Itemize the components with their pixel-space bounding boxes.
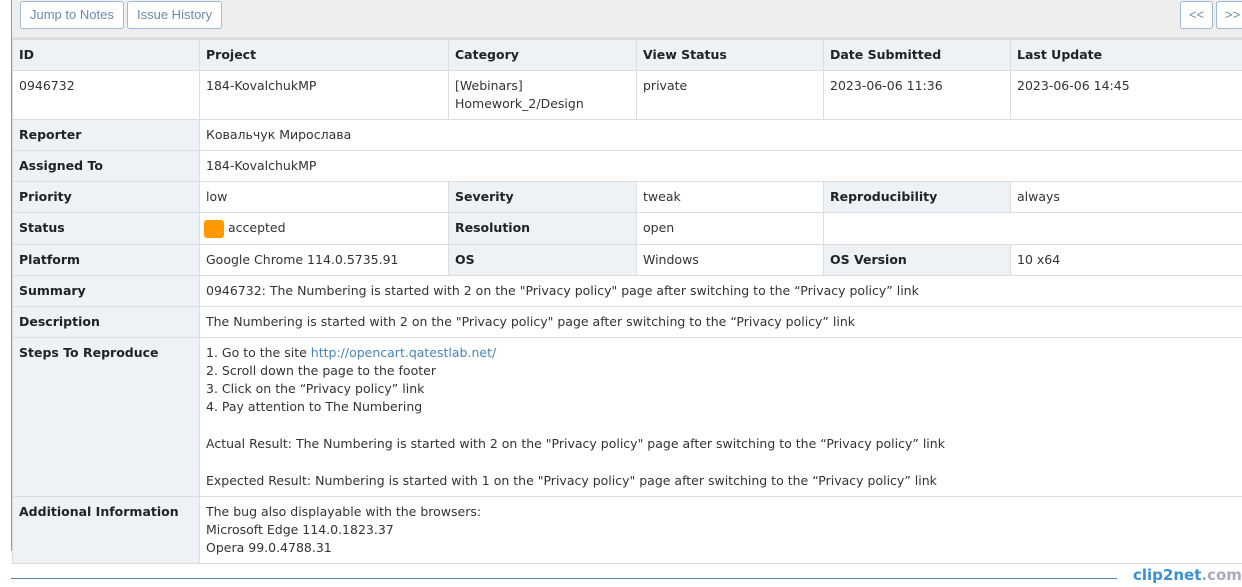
next-issue-button[interactable]: >>: [1216, 1, 1242, 29]
site-link[interactable]: http://opencart.qatestlab.net/: [311, 345, 496, 360]
header-date-submitted: Date Submitted: [823, 39, 1011, 71]
platform-value: Google Chrome 114.0.5735.91: [199, 243, 449, 276]
header-last-update: Last Update: [1010, 39, 1242, 71]
project-value: 184-KovalchukMP: [199, 70, 449, 120]
step-1: 1. Go to the site: [206, 344, 311, 360]
reporter-label: Reporter: [12, 119, 200, 151]
os-version-value: 10 x64: [1010, 243, 1242, 276]
description-row: Description The Numbering is started wit…: [12, 305, 1242, 338]
status-color-icon: [204, 219, 224, 238]
summary-label: Summary: [12, 274, 200, 307]
header-project: Project: [199, 39, 449, 71]
summary-row: Summary 0946732: The Numbering is starte…: [12, 274, 1242, 307]
reproducibility-label: Reproducibility: [823, 181, 1011, 213]
reporter-row: Reporter Ковальчук Мирослава: [12, 119, 1242, 151]
os-value: Windows: [636, 243, 824, 276]
status-row: Status accepted Resolution open: [12, 212, 1242, 245]
header-row: ID Project Category View Status Date Sub…: [12, 39, 1242, 71]
os-version-label: OS Version: [823, 243, 1011, 276]
step-3: 3. Click on the “Privacy policy” link: [206, 380, 425, 396]
jump-to-notes-button[interactable]: Jump to Notes: [20, 1, 124, 29]
summary-values-row: 0946732 184-KovalchukMP [Webinars] Homew…: [12, 70, 1242, 120]
bottom-divider: [11, 578, 1117, 579]
additional-info-row: Additional Information The bug also disp…: [12, 495, 1242, 564]
category-value: [Webinars] Homework_2/Design: [448, 70, 637, 120]
os-label: OS: [448, 243, 637, 276]
severity-value: tweak: [636, 181, 824, 213]
description-label: Description: [12, 305, 200, 338]
priority-row: Priority low Severity tweak Reproducibil…: [12, 181, 1242, 213]
additional-line: Microsoft Edge 114.0.1823.37: [206, 521, 394, 537]
additional-info-value: The bug also displayable with the browse…: [199, 495, 1242, 564]
toolbar: Jump to Notes Issue History << >>: [12, 0, 1242, 39]
reproducibility-value: always: [1010, 181, 1242, 213]
status-label: Status: [12, 212, 200, 245]
empty-cell: [823, 212, 1242, 245]
actual-result: Actual Result: The Numbering is started …: [206, 435, 945, 451]
header-view-status: View Status: [636, 39, 824, 71]
header-id: ID: [12, 39, 200, 71]
previous-issue-button[interactable]: <<: [1180, 1, 1214, 29]
issue-view: Jump to Notes Issue History << >> ID Pro…: [11, 0, 1242, 564]
platform-label: Platform: [12, 243, 200, 276]
reporter-value: Ковальчук Мирослава: [199, 119, 1242, 151]
resolution-value: open: [636, 212, 824, 245]
resolution-label: Resolution: [448, 212, 637, 245]
issue-history-button[interactable]: Issue History: [127, 1, 223, 29]
description-value: The Numbering is started with 2 on the "…: [199, 305, 1242, 338]
additional-line: The bug also displayable with the browse…: [206, 503, 482, 519]
status-value: accepted: [228, 220, 286, 235]
assigned-value: 184-KovalchukMP: [199, 150, 1242, 182]
priority-label: Priority: [12, 181, 200, 213]
expected-result: Expected Result: Numbering is started wi…: [206, 472, 937, 488]
last-update-value: 2023-06-06 14:45: [1010, 70, 1242, 120]
issue-details-table: ID Project Category View Status Date Sub…: [12, 39, 1242, 564]
clip2net-watermark: clip2net.com: [1133, 566, 1242, 584]
additional-line: Opera 99.0.4788.31: [206, 539, 332, 555]
steps-row: Steps To Reproduce 1. Go to the site htt…: [12, 336, 1242, 497]
steps-label: Steps To Reproduce: [12, 336, 200, 497]
additional-info-label: Additional Information: [12, 495, 200, 564]
platform-row: Platform Google Chrome 114.0.5735.91 OS …: [12, 243, 1242, 276]
steps-value: 1. Go to the site http://opencart.qatest…: [199, 336, 1242, 497]
issue-id: 0946732: [12, 70, 200, 120]
view-status-value: private: [636, 70, 824, 120]
severity-label: Severity: [448, 181, 637, 213]
date-submitted-value: 2023-06-06 11:36: [823, 70, 1011, 120]
assigned-row: Assigned To 184-KovalchukMP: [12, 150, 1242, 182]
step-4: 4. Pay attention to The Numbering: [206, 398, 423, 414]
step-2: 2. Scroll down the page to the footer: [206, 362, 436, 378]
summary-value: 0946732: The Numbering is started with 2…: [199, 274, 1242, 307]
status-cell: accepted: [199, 212, 449, 245]
assigned-label: Assigned To: [12, 150, 200, 182]
header-category: Category: [448, 39, 637, 71]
priority-value: low: [199, 181, 449, 213]
